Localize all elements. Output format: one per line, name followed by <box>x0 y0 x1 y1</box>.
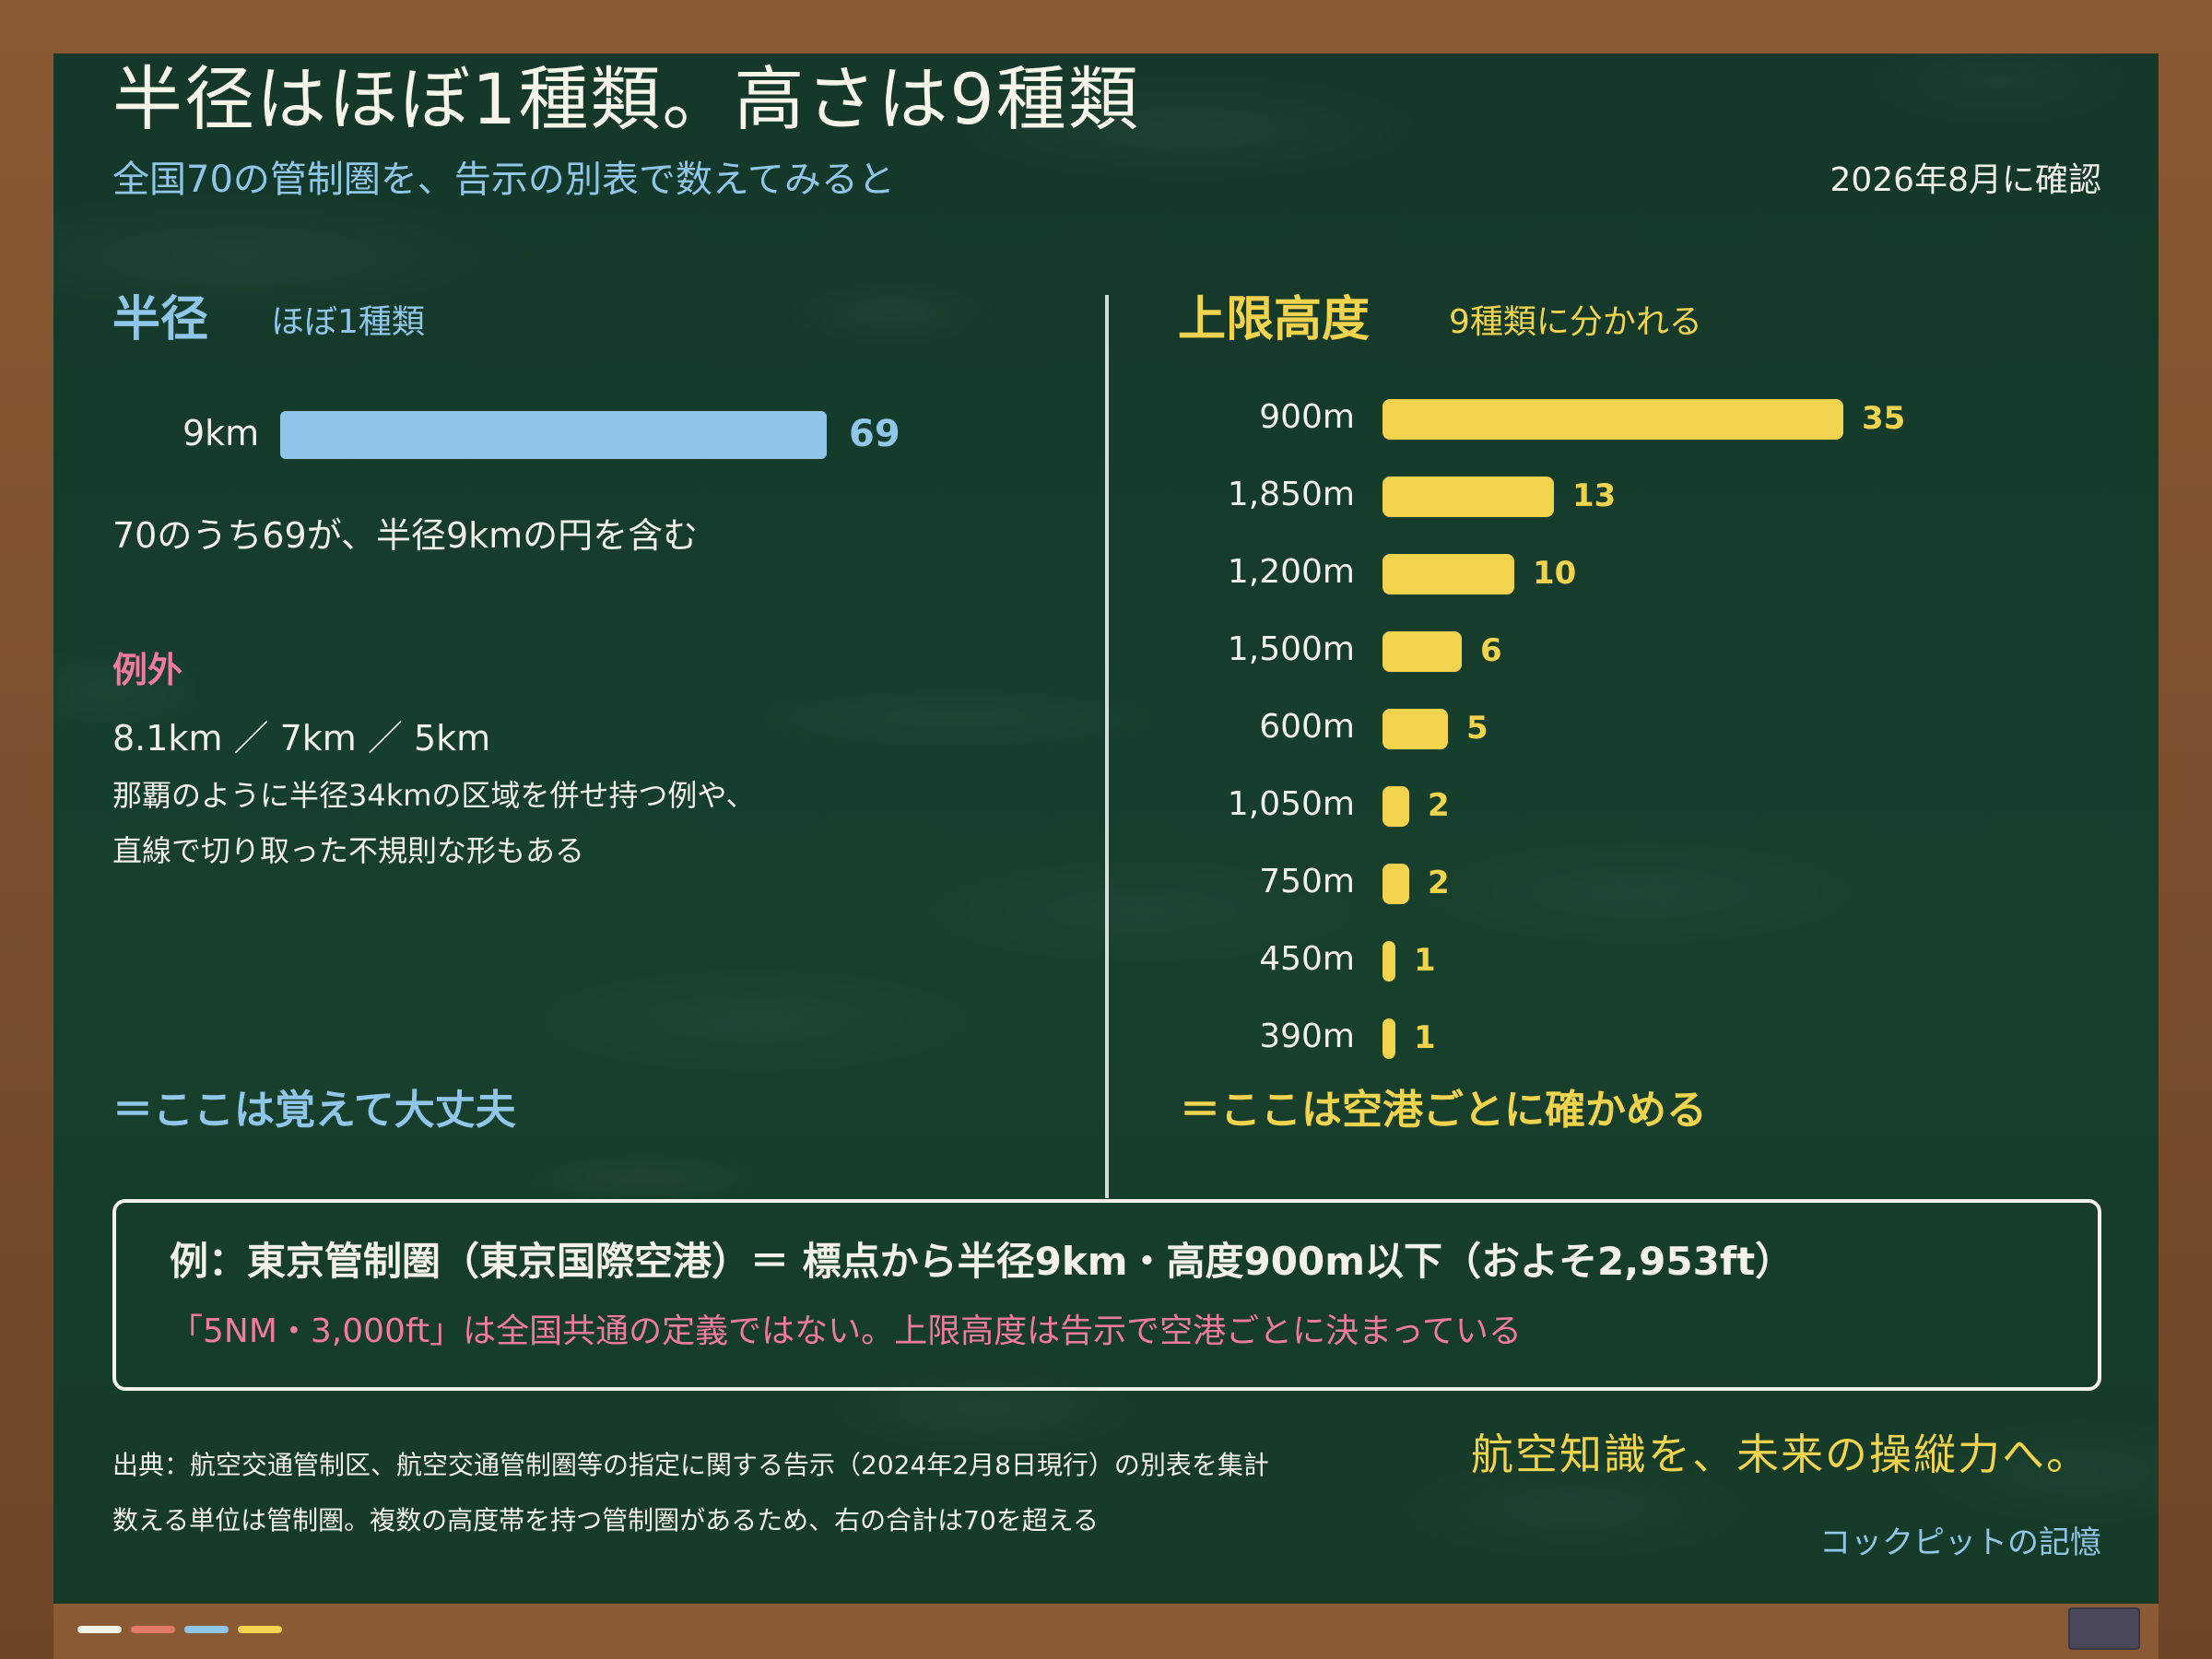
chalk-piece-icon <box>77 1626 122 1633</box>
altitude-bar-value: 6 <box>1480 632 1502 669</box>
altitude-heading: 上限高度 <box>1178 292 1371 347</box>
altitude-bar-label: 1,500m <box>1227 630 1355 668</box>
altitude-bar <box>1382 786 1409 827</box>
altitude-bar-value: 1 <box>1414 942 1436 979</box>
brand-name: コックピットの記憶 <box>1819 1524 2101 1561</box>
altitude-bar-value: 10 <box>1533 555 1577 592</box>
source-line-1: 出典：航空交通管制区、航空交通管制圏等の指定に関する告示（2024年2月8日現行… <box>112 1450 1269 1480</box>
exceptions-heading: 例外 <box>112 650 183 690</box>
exceptions-description-line2: 直線で切り取った不規則な形もある <box>112 833 585 868</box>
example-warning-note: 「5NM・3,000ft」は全国共通の定義ではない。上限高度は告示で空港ごとに決… <box>170 1312 1522 1350</box>
date-note: 2026年8月に確認 <box>1830 161 2101 199</box>
chalk-tray <box>53 1604 2159 1659</box>
altitude-bar-label: 750m <box>1259 863 1355 900</box>
altitude-footer: ＝ここは空港ごとに確かめる <box>1180 1087 1707 1134</box>
altitude-bar <box>1382 709 1448 749</box>
eraser-icon <box>2068 1607 2140 1650</box>
altitude-bar-label: 390m <box>1259 1018 1355 1055</box>
altitude-bar <box>1382 399 1843 440</box>
radius-bar <box>280 411 827 459</box>
exceptions-description-line1: 那覇のように半径34kmの区域を併せ持つ例や、 <box>112 778 756 813</box>
radius-subheading: ほぼ1種類 <box>271 303 425 341</box>
altitude-bar-label: 1,050m <box>1227 785 1355 823</box>
radius-note: 70のうち69が、半径9kmの円を含む <box>112 515 699 556</box>
altitude-bar <box>1382 554 1514 594</box>
altitude-bar <box>1382 631 1462 672</box>
section-divider <box>1105 295 1109 1198</box>
altitude-bar-value: 2 <box>1428 787 1450 824</box>
example-box: 例：東京管制圏（東京国際空港）＝ 標点から半径9km・高度900m以下（およそ2… <box>112 1199 2101 1391</box>
altitude-bar <box>1382 864 1409 904</box>
slogan: 航空知識を、未来の操縦力へ。 <box>1471 1430 2090 1479</box>
exceptions-values: 8.1km ／ 7km ／ 5km <box>112 718 491 759</box>
page-title: 半径はほぼ1種類。高さは9種類 <box>112 58 1140 140</box>
altitude-bar-label: 1,200m <box>1227 553 1355 591</box>
altitude-bar-label: 900m <box>1259 398 1355 436</box>
altitude-bar-value: 2 <box>1428 865 1450 901</box>
chalk-piece-icon <box>131 1626 175 1633</box>
altitude-bar-label: 600m <box>1259 708 1355 746</box>
chalk-piece-icon <box>184 1626 229 1633</box>
altitude-bar-value: 5 <box>1466 710 1488 747</box>
altitude-bar-label: 450m <box>1259 940 1355 978</box>
altitude-bar <box>1382 477 1554 517</box>
radius-heading: 半径 <box>112 292 209 347</box>
altitude-bar <box>1382 1018 1395 1059</box>
source-line-2: 数える単位は管制圏。複数の高度帯を持つ管制圏があるため、右の合計は70を超える <box>112 1505 1099 1535</box>
chalk-piece-icon <box>238 1626 282 1633</box>
radius-footer: ＝ここは覚えて大丈夫 <box>112 1087 516 1134</box>
altitude-bar-value: 1 <box>1414 1019 1436 1056</box>
altitude-bar-value: 35 <box>1862 400 1906 437</box>
altitude-bar <box>1382 941 1395 982</box>
altitude-bar-label: 1,850m <box>1227 476 1355 513</box>
page-subtitle: 全国70の管制圏を、告示の別表で数えてみると <box>112 159 895 201</box>
altitude-subheading: 9種類に分かれる <box>1449 303 1702 341</box>
altitude-bar-value: 13 <box>1572 477 1617 514</box>
chalkboard: 半径はほぼ1種類。高さは9種類 全国70の管制圏を、告示の別表で数えてみると 2… <box>53 53 2159 1604</box>
example-main-text: 例：東京管制圏（東京国際空港）＝ 標点から半径9km・高度900m以下（およそ2… <box>170 1239 1794 1284</box>
radius-bar-value: 69 <box>849 413 900 455</box>
